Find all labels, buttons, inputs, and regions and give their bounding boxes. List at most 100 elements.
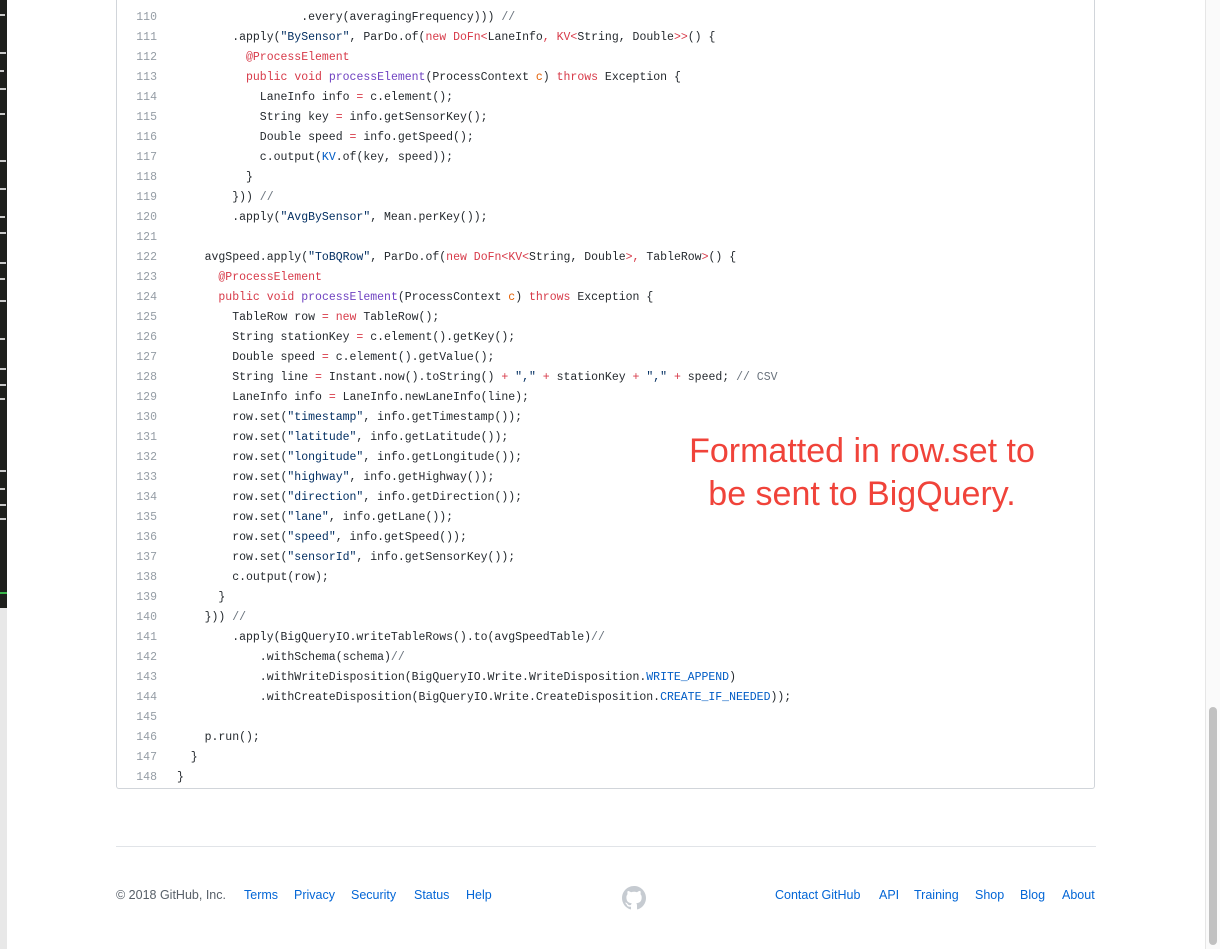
background-terminal-window-edge bbox=[0, 0, 7, 608]
footer-link-privacy[interactable]: Privacy bbox=[294, 888, 335, 902]
line-number[interactable]: 132 bbox=[117, 448, 157, 468]
footer-link-security[interactable]: Security bbox=[351, 888, 396, 902]
code-token: "direction" bbox=[287, 491, 364, 504]
code-token: row.set( bbox=[232, 431, 288, 444]
code-token: } bbox=[177, 771, 184, 784]
code-text: LaneInfo info = c.element(); bbox=[177, 88, 453, 108]
line-number[interactable]: 144 bbox=[117, 688, 157, 708]
terminal-text-fragment bbox=[0, 160, 6, 162]
footer-link-shop[interactable]: Shop bbox=[975, 888, 1004, 902]
line-number[interactable]: 123 bbox=[117, 268, 157, 288]
footer-link-blog[interactable]: Blog bbox=[1020, 888, 1045, 902]
line-number[interactable]: 140 bbox=[117, 608, 157, 628]
code-text: .every(averagingFrequency))) // bbox=[177, 8, 515, 28]
line-number[interactable]: 137 bbox=[117, 548, 157, 568]
terminal-text-fragment bbox=[0, 262, 6, 264]
footer-link-help[interactable]: Help bbox=[466, 888, 492, 902]
footer-link-terms[interactable]: Terms bbox=[244, 888, 278, 902]
code-token: c.element().getValue(); bbox=[328, 351, 495, 364]
terminal-text-fragment bbox=[0, 52, 6, 54]
code-text: row.set("highway", info.getHighway()); bbox=[177, 468, 494, 488]
line-number[interactable]: 114 bbox=[117, 88, 157, 108]
code-token: void bbox=[294, 71, 322, 84]
line-number[interactable]: 146 bbox=[117, 728, 157, 748]
terminal-text-fragment bbox=[0, 368, 6, 370]
line-number[interactable]: 128 bbox=[117, 368, 157, 388]
code-text: .apply("BySensor", ParDo.of(new DoFn<Lan… bbox=[177, 28, 715, 48]
line-number[interactable]: 112 bbox=[117, 48, 157, 68]
code-token: void bbox=[266, 291, 295, 304]
code-token: "lane" bbox=[287, 511, 329, 524]
code-viewer: 110 .every(averagingFrequency))) // 111 .ap… bbox=[116, 0, 1095, 789]
line-number[interactable]: 122 bbox=[117, 248, 157, 268]
line-number[interactable]: 134 bbox=[117, 488, 157, 508]
page-scrollbar[interactable] bbox=[1205, 0, 1220, 949]
terminal-text-fragment bbox=[0, 88, 6, 90]
code-token: processElement bbox=[328, 71, 426, 84]
line-number[interactable]: 133 bbox=[117, 468, 157, 488]
code-token: LaneInfo bbox=[487, 31, 543, 44]
code-text: c.output(KV.of(key, speed)); bbox=[177, 148, 453, 168]
code-text: public void processElement(ProcessContex… bbox=[177, 68, 681, 88]
code-token: avgSpeed.apply( bbox=[204, 251, 309, 264]
line-number[interactable]: 126 bbox=[117, 328, 157, 348]
code-token: = bbox=[328, 391, 336, 404]
line-number[interactable]: 116 bbox=[117, 128, 157, 148]
code-text: row.set("latitude", info.getLatitude()); bbox=[177, 428, 508, 448]
code-token: KV< bbox=[508, 251, 530, 264]
code-text: .withSchema(schema)// bbox=[177, 648, 405, 668]
footer-link-status[interactable]: Status bbox=[414, 888, 449, 902]
line-number[interactable]: 110 bbox=[117, 8, 157, 28]
line-number[interactable]: 129 bbox=[117, 388, 157, 408]
line-number[interactable]: 115 bbox=[117, 108, 157, 128]
code-token: "latitude" bbox=[287, 431, 357, 444]
code-token: String, Double bbox=[529, 251, 626, 264]
line-number[interactable]: 139 bbox=[117, 588, 157, 608]
line-number[interactable]: 120 bbox=[117, 208, 157, 228]
line-number[interactable]: 143 bbox=[117, 668, 157, 688]
line-number[interactable]: 124 bbox=[117, 288, 157, 308]
line-number[interactable]: 125 bbox=[117, 308, 157, 328]
code-token: public bbox=[218, 291, 260, 304]
terminal-text-fragment bbox=[0, 188, 6, 190]
line-number[interactable]: 117 bbox=[117, 148, 157, 168]
line-number[interactable]: 121 bbox=[117, 228, 157, 248]
line-number[interactable]: 119 bbox=[117, 188, 157, 208]
terminal-text-fragment bbox=[0, 384, 6, 386]
line-number[interactable]: 136 bbox=[117, 528, 157, 548]
code-text: } bbox=[177, 588, 225, 608]
code-token: "highway" bbox=[287, 471, 350, 484]
code-token: >> bbox=[673, 31, 688, 44]
code-text: p.run(); bbox=[177, 728, 260, 748]
footer-link-about[interactable]: About bbox=[1062, 888, 1095, 902]
footer-link-contact-github[interactable]: Contact GitHub bbox=[775, 888, 860, 902]
github-octocat-icon[interactable] bbox=[622, 886, 646, 910]
line-number[interactable]: 145 bbox=[117, 708, 157, 728]
line-number[interactable]: 113 bbox=[117, 68, 157, 88]
line-number[interactable]: 127 bbox=[117, 348, 157, 368]
code-token: Exception { bbox=[598, 71, 681, 84]
line-number[interactable]: 130 bbox=[117, 408, 157, 428]
code-text: LaneInfo info = LaneInfo.newLaneInfo(lin… bbox=[177, 388, 529, 408]
line-number[interactable]: 141 bbox=[117, 628, 157, 648]
line-number[interactable]: 147 bbox=[117, 748, 157, 768]
footer-link-api[interactable]: API bbox=[879, 888, 899, 902]
code-token: > bbox=[701, 251, 709, 264]
line-number[interactable]: 148 bbox=[117, 768, 157, 788]
code-token: // bbox=[501, 11, 516, 24]
footer-link-training[interactable]: Training bbox=[914, 888, 959, 902]
code-token: KV< bbox=[556, 31, 578, 44]
line-number[interactable]: 138 bbox=[117, 568, 157, 588]
code-token: Double speed bbox=[232, 351, 322, 364]
line-number[interactable]: 135 bbox=[117, 508, 157, 528]
code-token: , Mean.perKey()); bbox=[370, 211, 488, 224]
line-number[interactable]: 142 bbox=[117, 648, 157, 668]
code-token: .withCreateDisposition(BigQueryIO.Write.… bbox=[259, 691, 661, 704]
scrollbar-thumb[interactable] bbox=[1209, 707, 1217, 945]
line-number[interactable]: 111 bbox=[117, 28, 157, 48]
line-number[interactable]: 118 bbox=[117, 168, 157, 188]
line-number[interactable]: 131 bbox=[117, 428, 157, 448]
